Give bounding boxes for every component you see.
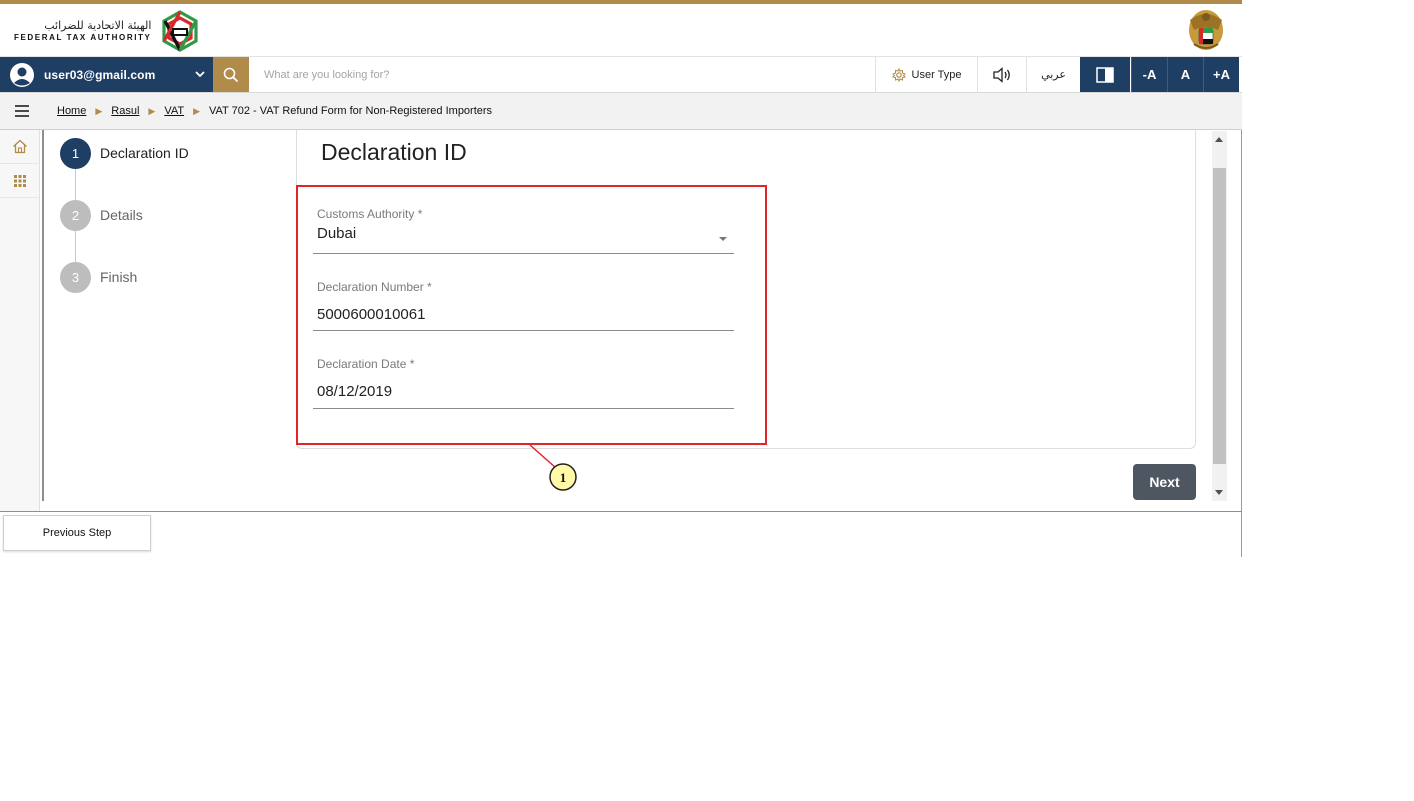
uae-emblem-icon	[1189, 10, 1223, 50]
breadcrumb-separator-icon: ▶	[95, 105, 103, 116]
font-increase-button[interactable]: +A	[1203, 57, 1239, 92]
apps-grid-button[interactable]	[0, 164, 40, 198]
content-frame-border	[42, 130, 44, 501]
font-normal-button[interactable]: A	[1167, 57, 1203, 92]
contrast-toggle-button[interactable]	[1080, 57, 1130, 92]
previous-step-button[interactable]: Previous Step	[3, 515, 151, 551]
top-toolbar: user03@gmail.com User Type	[0, 57, 1242, 93]
annotation-highlight-box	[296, 185, 767, 445]
site-header: الهيئة الاتحادية للضرائب FEDERAL TAX AUT…	[0, 4, 1242, 57]
annotation-number: 1	[560, 470, 567, 485]
hamburger-icon	[15, 105, 29, 117]
annotation-pointer-line	[529, 444, 557, 469]
breadcrumb-current-page: VAT 702 - VAT Refund Form for Non-Regist…	[209, 105, 493, 117]
step-number: 2	[60, 199, 91, 231]
home-icon	[13, 139, 27, 154]
logo-text: الهيئة الاتحادية للضرائب FEDERAL TAX AUT…	[14, 19, 151, 43]
user-email: user03@gmail.com	[44, 67, 156, 82]
scroll-up-arrow-icon[interactable]	[1215, 137, 1223, 142]
scrollbar-thumb[interactable]	[1213, 168, 1226, 464]
gear-icon	[891, 67, 906, 82]
user-type-label: User Type	[911, 68, 962, 81]
logo-arabic-text: الهيئة الاتحادية للضرائب	[44, 19, 152, 32]
logo-english-text: FEDERAL TAX AUTHORITY	[14, 33, 152, 42]
breadcrumb-bar: Home ▶ Rasul ▶ VAT ▶ VAT 702 - VAT Refun…	[0, 93, 1242, 130]
footer-divider	[0, 511, 1242, 512]
breadcrumb-separator-icon: ▶	[148, 105, 156, 116]
font-decrease-button[interactable]: -A	[1131, 57, 1167, 92]
step-number: 3	[60, 261, 91, 293]
breadcrumb: Home ▶ Rasul ▶ VAT ▶ VAT 702 - VAT Refun…	[57, 105, 492, 117]
next-button[interactable]: Next	[1133, 464, 1196, 500]
step-declaration-id[interactable]: 1 Declaration ID	[60, 137, 189, 169]
breadcrumb-separator-icon: ▶	[193, 105, 200, 116]
page: الهيئة الاتحادية للضرائب FEDERAL TAX AUT…	[0, 0, 1242, 557]
step-finish[interactable]: 3 Finish	[60, 261, 137, 293]
user-menu[interactable]: user03@gmail.com	[0, 57, 213, 92]
user-type-button[interactable]: User Type	[875, 57, 977, 92]
fta-logo[interactable]: الهيئة الاتحادية للضرائب FEDERAL TAX AUT…	[14, 8, 203, 54]
step-label: Declaration ID	[100, 145, 189, 161]
scroll-down-arrow-icon[interactable]	[1215, 490, 1223, 495]
annotation-callout: 1	[529, 444, 577, 491]
search-icon	[223, 67, 239, 82]
chevron-down-icon	[195, 71, 205, 78]
content-scrollbar[interactable]	[1212, 131, 1227, 501]
speaker-icon	[993, 66, 1010, 83]
step-label: Finish	[100, 269, 138, 285]
step-number: 1	[60, 137, 91, 169]
grid-icon	[14, 174, 26, 187]
breadcrumb-home-link[interactable]: Home	[57, 105, 86, 117]
hamburger-menu-button[interactable]	[0, 93, 44, 130]
fta-logo-icon	[162, 10, 199, 52]
search-input[interactable]	[256, 63, 856, 87]
contrast-icon	[1096, 66, 1114, 83]
search-button[interactable]	[213, 57, 249, 92]
form-stepper: 1 Declaration ID 2 Details 3 Finish	[60, 137, 290, 307]
left-icon-rail	[0, 130, 40, 511]
arabic-language-button[interactable]: عربي	[1026, 57, 1080, 92]
breadcrumb-vat-link[interactable]: VAT	[164, 105, 184, 117]
form-title: Declaration ID	[321, 139, 467, 165]
breadcrumb-rasul-link[interactable]: Rasul	[111, 105, 139, 117]
user-avatar-icon	[10, 62, 34, 87]
home-button[interactable]	[0, 130, 40, 164]
text-to-speech-button[interactable]	[977, 57, 1026, 92]
step-details[interactable]: 2 Details	[60, 199, 143, 231]
step-label: Details	[100, 207, 143, 223]
